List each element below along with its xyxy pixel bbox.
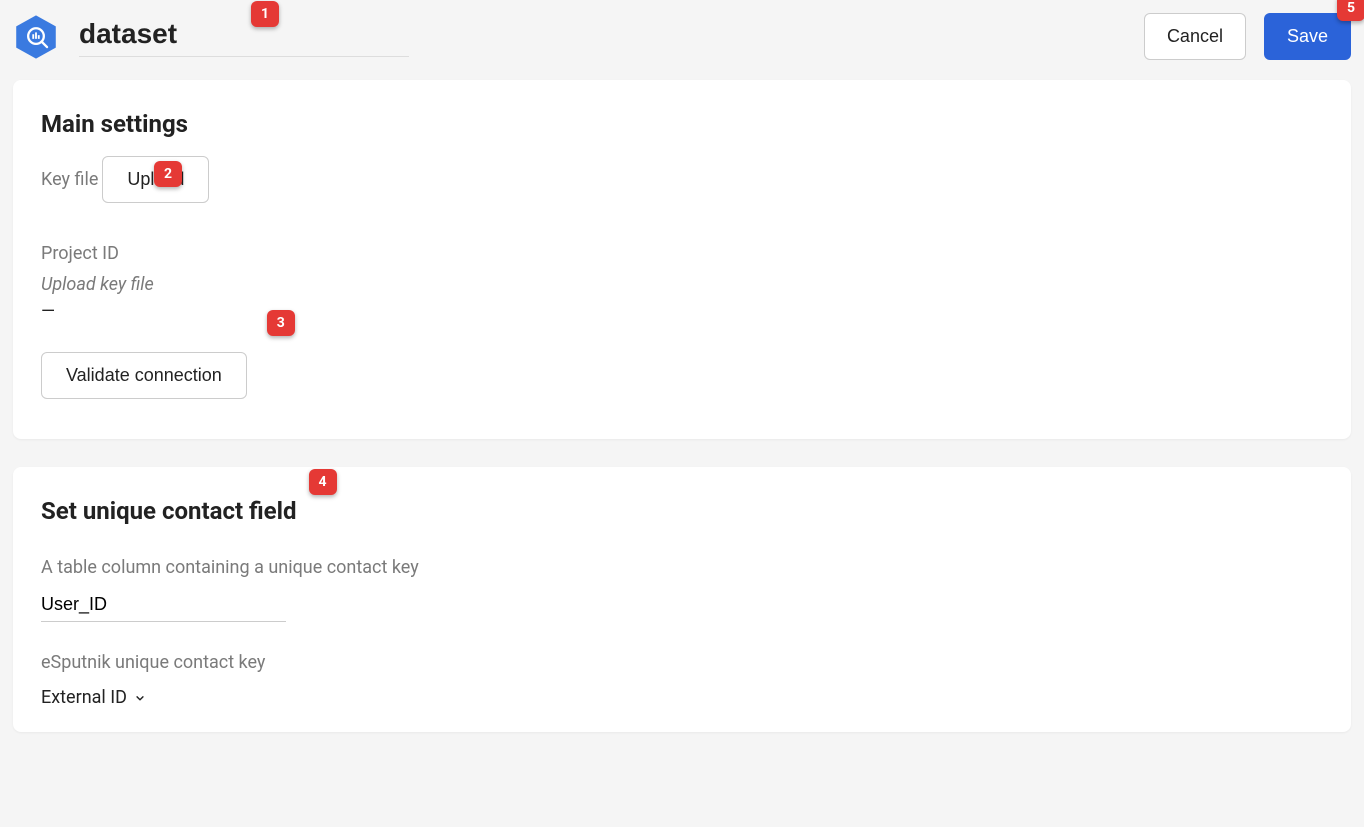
esputnik-key-group: eSputnik unique contact key External ID [41,652,1323,708]
bigquery-icon [13,14,59,60]
project-id-value: — [41,301,1323,322]
annotation-badge-3: 3 [267,310,295,336]
esputnik-key-dropdown[interactable]: External ID [41,687,147,708]
annotation-badge-2: 2 [154,161,182,187]
key-file-label: Key file 2 [41,169,98,190]
chevron-down-icon [133,691,147,705]
key-file-group: Key file 2 Upload [41,156,1323,203]
header-left: 1 [13,14,409,60]
save-button[interactable]: Save [1264,13,1351,60]
table-column-group: A table column containing a unique conta… [41,557,1323,622]
project-id-group: Project ID Upload key file — [41,243,1323,322]
main-settings-heading: Main settings [41,110,188,138]
table-column-input[interactable] [41,588,286,622]
table-column-label: A table column containing a unique conta… [41,557,1323,578]
cancel-button[interactable]: Cancel [1144,13,1246,60]
esputnik-key-label: eSputnik unique contact key [41,652,1323,673]
unique-contact-heading: Set unique contact field [41,497,297,525]
esputnik-key-value: External ID [41,687,127,708]
validate-group: Validate connection 3 [41,352,247,399]
key-file-label-text: Key file [41,169,98,190]
annotation-badge-4: 4 [309,469,337,495]
unique-contact-card: Set unique contact field 4 A table colum… [13,467,1351,732]
header-actions: Cancel Save 5 [1144,13,1351,60]
validate-connection-button[interactable]: Validate connection [41,352,247,399]
project-id-hint: Upload key file [41,274,1323,295]
dataset-name-input[interactable] [79,16,409,57]
annotation-badge-5: 5 [1337,0,1364,21]
annotation-badge-1: 1 [251,1,279,27]
main-settings-card: Main settings Key file 2 Upload Project … [13,80,1351,439]
page-header: 1 Cancel Save 5 [13,13,1351,60]
project-id-label: Project ID [41,243,1323,264]
